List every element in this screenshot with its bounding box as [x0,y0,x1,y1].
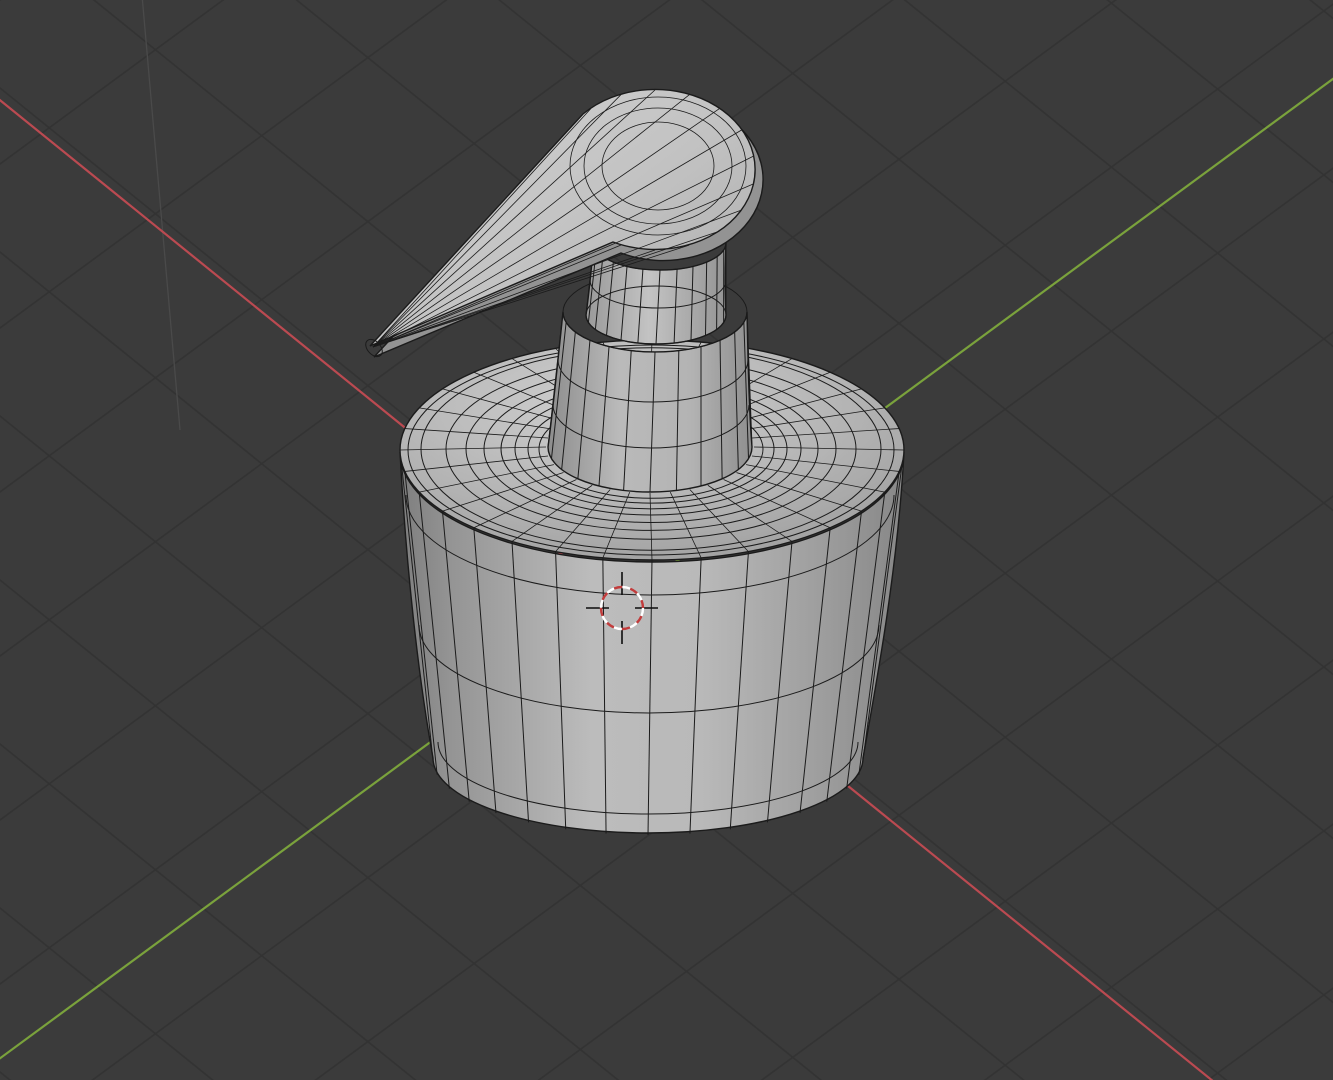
wire-edge [716,256,718,330]
blender-3d-viewport[interactable] [0,0,1333,1080]
viewport-3d-canvas[interactable] [0,0,1333,1080]
